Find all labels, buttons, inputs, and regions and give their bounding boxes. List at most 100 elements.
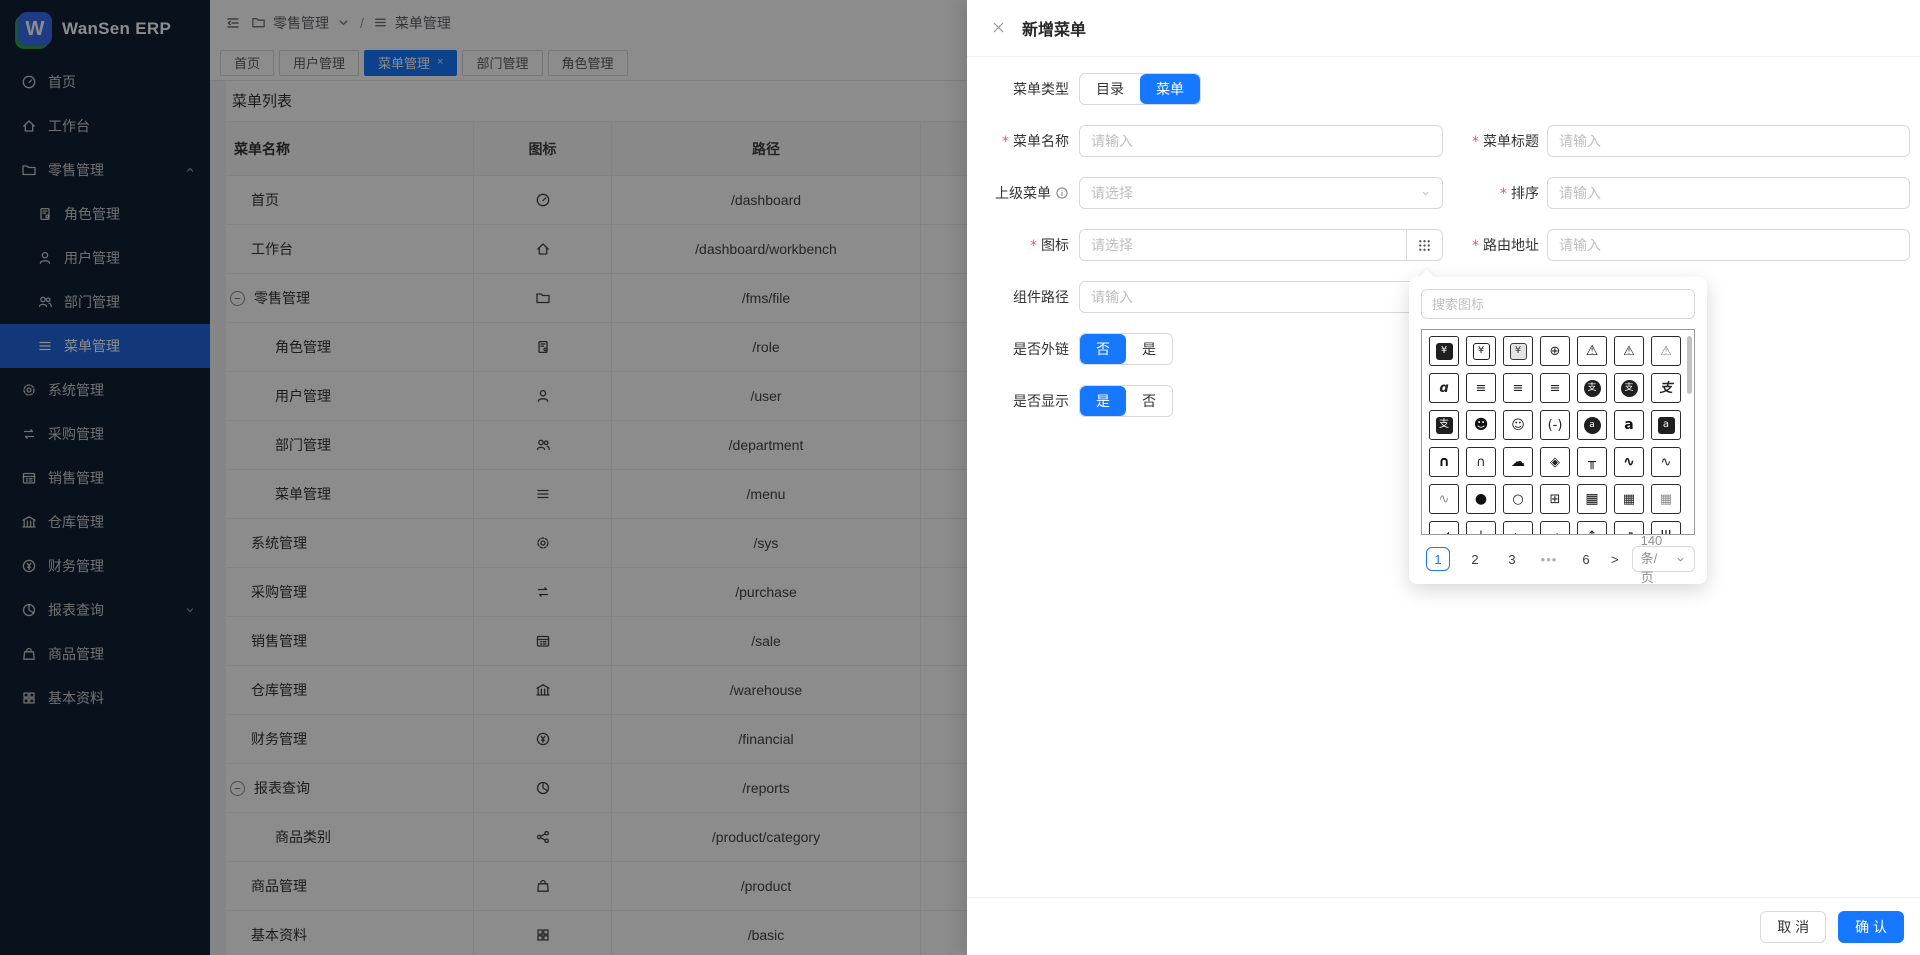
cancel-button[interactable]: 取 消 [1760,911,1826,943]
arrow-left-outlined-glyph: ← [1513,530,1524,536]
picker-icon-api-outlined[interactable]: ∿ [1651,447,1681,477]
drawer-title: 新增菜单 [1022,16,1086,40]
picker-icon-align-right-outlined[interactable]: ≡ [1540,373,1570,403]
picker-icon-android-filled[interactable]: ∩ [1429,447,1459,477]
visible-option-no[interactable]: 否 [1126,386,1172,416]
chevron-down-icon [1675,554,1686,565]
picker-icon-aim-outlined[interactable]: ⊕ [1540,336,1570,366]
picker-icon-aliwangwang-filled[interactable]: ☻ [1466,410,1496,440]
page-button-3[interactable]: 3 [1500,547,1524,571]
drawer-footer: 取 消 确 认 [967,897,1920,955]
menu-type-option-menu[interactable]: 菜单 [1140,74,1200,104]
ant-cloud-outlined-glyph: ☁ [1511,455,1525,469]
picker-icon-aliwangwang-outlined[interactable]: ☺ [1503,410,1533,440]
scrollbar-thumb[interactable] [1687,336,1692,394]
picker-icon-android-outlined[interactable]: ∩ [1466,447,1496,477]
parent-menu-select[interactable]: 请选择 [1079,177,1443,209]
info-circle-icon[interactable] [1055,186,1069,200]
picker-icon-alert-twotone[interactable]: ⚠ [1651,336,1681,366]
picker-icon-align-left-outlined[interactable]: ≡ [1503,373,1533,403]
picker-icon-alipay-outlined[interactable]: 支 [1651,373,1681,403]
form-row-name-title: 菜单名称 菜单标题 [993,125,1910,157]
menu-name-label: 菜单名称 [993,131,1069,151]
picker-icon-alert-outlined[interactable]: ⚠ [1614,336,1644,366]
external-option-yes[interactable]: 是 [1126,334,1172,364]
aliyun-outlined-glyph: (-) [1548,419,1563,432]
picker-icon-alert-filled[interactable]: ⚠ [1577,336,1607,366]
icon-search-input[interactable] [1421,289,1695,319]
alipay-circle-filled-glyph: 支 [1584,380,1601,397]
next-page-button[interactable]: > [1611,552,1619,567]
icon-label: 图标 [993,235,1069,255]
android-filled-glyph: ∩ [1438,455,1449,469]
picker-icon-amazon-square-filled[interactable]: a [1651,410,1681,440]
visible-option-yes[interactable]: 是 [1080,386,1126,416]
icon-grid: ¥¥¥⊕⚠⚠⚠ɑ≡≡≡支支支支☻☺(-)aaa∩∩☁◈╥∿∿∿●○⊞▦▦▦◢↓←… [1421,329,1695,535]
arrow-up-outlined-glyph: ↑ [1587,530,1598,536]
picker-icon-apple-filled[interactable]: ● [1466,484,1496,514]
picker-icon-account-book-twotone[interactable]: ¥ [1503,336,1533,366]
confirm-button[interactable]: 确 认 [1838,911,1904,943]
picker-icon-appstore-add-outlined[interactable]: ⊞ [1540,484,1570,514]
menu-name-input[interactable] [1079,125,1443,157]
picker-icon-appstore-outlined[interactable]: ▦ [1614,484,1644,514]
picker-icon-arrow-right-outlined[interactable]: → [1540,521,1570,535]
icon-picker-popup: ¥¥¥⊕⚠⚠⚠ɑ≡≡≡支支支支☻☺(-)aaa∩∩☁◈╥∿∿∿●○⊞▦▦▦◢↓←… [1409,277,1707,584]
picker-icon-apple-outlined[interactable]: ○ [1503,484,1533,514]
external-link-segmented: 否 是 [1079,333,1173,365]
sort-label: 排序 [1443,183,1539,203]
picker-icon-appstore-twotone[interactable]: ▦ [1651,484,1681,514]
picker-icon-arrow-down-outlined[interactable]: ↓ [1466,521,1496,535]
picker-icon-amazon-circle-filled[interactable]: a [1577,410,1607,440]
picker-icon-alipay-square-filled[interactable]: 支 [1429,410,1459,440]
route-label: 路由地址 [1443,235,1539,255]
external-option-no[interactable]: 否 [1080,334,1126,364]
picker-icon-area-chart-outlined[interactable]: ◢ [1429,521,1459,535]
alipay-outlined-glyph: 支 [1659,382,1672,395]
page-size-select[interactable]: 140 条/页 [1632,546,1695,572]
picker-icon-apartment-outlined[interactable]: ╥ [1577,447,1607,477]
page-button-6[interactable]: 6 [1574,547,1598,571]
component-input[interactable] [1079,281,1443,313]
picker-icon-alibaba-outlined[interactable]: ɑ [1429,373,1459,403]
page-button-2[interactable]: 2 [1463,547,1487,571]
page-button-•••[interactable]: ••• [1537,547,1561,571]
appstore-filled-glyph: ▦ [1585,492,1598,506]
picker-icon-arrows-alt-outlined[interactable]: ⇗ [1614,521,1644,535]
picker-icon-account-book-outlined[interactable]: ¥ [1466,336,1496,366]
ant-design-outlined-glyph: ◈ [1550,456,1560,469]
picker-icon-account-book-filled[interactable]: ¥ [1429,336,1459,366]
apple-filled-glyph: ● [1475,492,1487,506]
icon-picker-button[interactable] [1406,229,1443,261]
sort-input[interactable] [1547,177,1910,209]
picker-icon-api-twotone[interactable]: ∿ [1429,484,1459,514]
menu-title-input[interactable] [1547,125,1910,157]
picker-icon-alipay-circle-outlined[interactable]: 支 [1614,373,1644,403]
icon-input[interactable] [1079,229,1406,261]
menu-type-option-directory[interactable]: 目录 [1080,74,1140,104]
amazon-square-filled-glyph: a [1658,417,1675,434]
align-right-outlined-glyph: ≡ [1550,382,1561,395]
arrow-down-outlined-glyph: ↓ [1476,530,1487,536]
audio-outlined-glyph: Ψ [1661,530,1671,536]
aim-outlined-glyph: ⊕ [1550,345,1561,358]
picker-icon-ant-design-outlined[interactable]: ◈ [1540,447,1570,477]
picker-icon-align-center-outlined[interactable]: ≡ [1466,373,1496,403]
route-input[interactable] [1547,229,1910,261]
picker-icon-amazon-outlined[interactable]: a [1614,410,1644,440]
picker-icon-audio-outlined[interactable]: Ψ [1651,521,1681,535]
picker-icon-arrow-up-outlined[interactable]: ↑ [1577,521,1607,535]
close-icon[interactable] [991,20,1007,36]
appstore-twotone-glyph: ▦ [1660,493,1672,506]
picker-icon-api-filled[interactable]: ∿ [1614,447,1644,477]
visible-segmented: 是 否 [1079,385,1173,417]
align-left-outlined-glyph: ≡ [1513,382,1524,395]
parent-menu-label: 上级菜单 [993,183,1069,203]
picker-icon-appstore-filled[interactable]: ▦ [1577,484,1607,514]
picker-icon-alipay-circle-filled[interactable]: 支 [1577,373,1607,403]
picker-icon-arrow-left-outlined[interactable]: ← [1503,521,1533,535]
page-button-1[interactable]: 1 [1426,547,1450,571]
alipay-square-filled-glyph: 支 [1436,417,1453,434]
picker-icon-aliyun-outlined[interactable]: (-) [1540,410,1570,440]
picker-icon-ant-cloud-outlined[interactable]: ☁ [1503,447,1533,477]
